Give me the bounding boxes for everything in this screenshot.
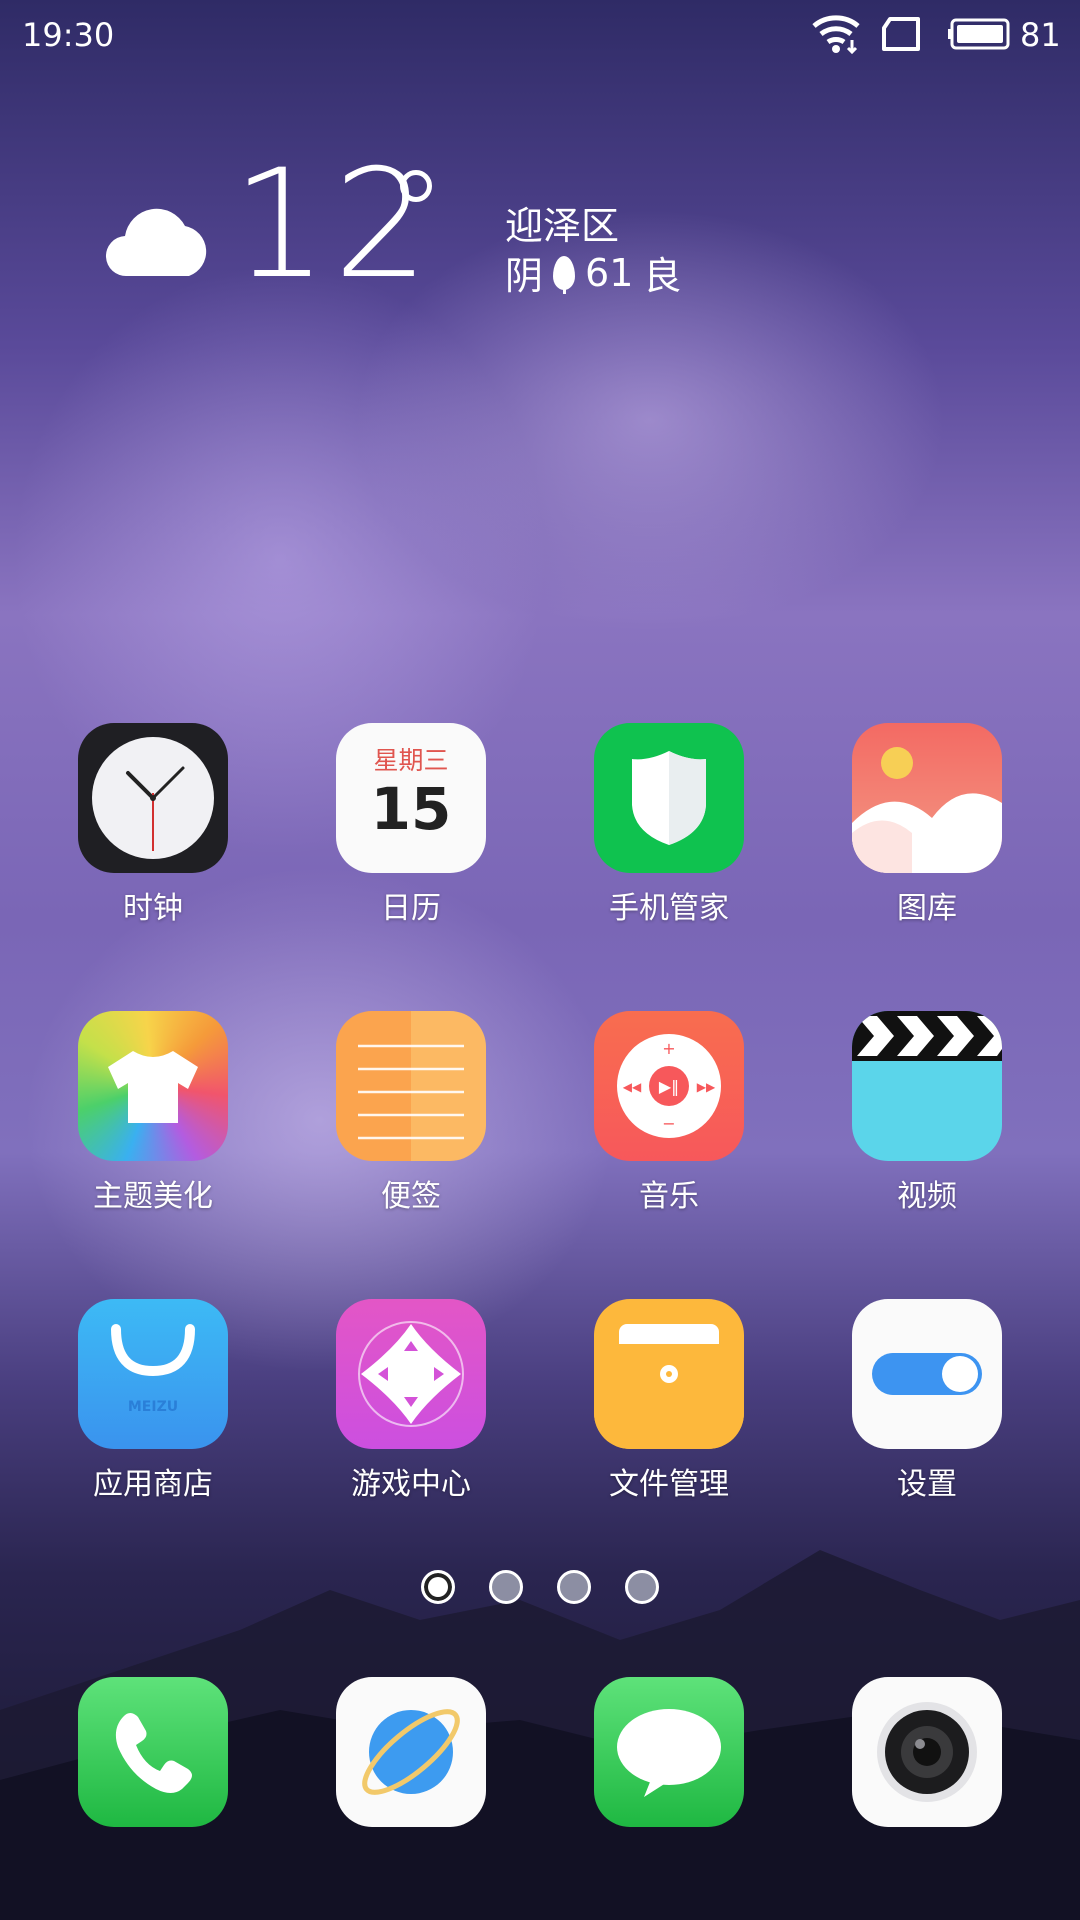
weather-district: 迎泽区 [505,204,620,248]
app-label: 设置 [897,1467,957,1502]
page-dot-3[interactable] [557,1570,591,1604]
clock-icon [78,723,228,873]
app-themes[interactable]: 主题美化 [78,1011,228,1215]
status-time: 19:30 [22,16,115,54]
wifi-icon [812,15,860,54]
browser-icon [336,1677,486,1827]
cloud-icon [105,208,207,277]
gallery-icon [852,723,1002,873]
app-music[interactable]: ▶‖ + − ◀◀ ▶▶ 音乐 [594,1011,744,1215]
clapperboard-icon [852,1011,1002,1161]
degree-symbol [400,170,432,202]
calendar-day: 15 [370,775,452,843]
phone-icon [78,1677,228,1827]
weather-condition: 阴 [505,254,544,298]
app-phone-manager[interactable]: 手机管家 [594,723,744,927]
app-label: 手机管家 [609,891,729,926]
app-video[interactable]: 视频 [852,1011,1002,1215]
svg-text:▶▶: ▶▶ [697,1080,716,1094]
shopping-bag-icon: MEIZU [78,1299,228,1449]
app-settings[interactable]: 设置 [852,1299,1002,1503]
svg-text:▶‖: ▶‖ [659,1077,679,1096]
aqi-level: 良 [643,254,682,298]
temperature: 12 [232,138,435,312]
svg-text:◀◀: ◀◀ [623,1080,642,1094]
page-dot-2[interactable] [489,1570,523,1604]
status-bar: 19:30 81 [0,0,1080,70]
page-dot-1[interactable] [421,1570,455,1604]
app-label: 文件管理 [609,1467,729,1502]
calendar-weekday: 星期三 [373,746,449,775]
svg-text:−: − [662,1114,675,1133]
notes-icon [336,1011,486,1161]
battery-icon [948,18,1010,50]
app-label: 日历 [381,891,441,926]
app-label: 视频 [897,1179,957,1214]
toggle-icon [852,1299,1002,1449]
meizu-brand-text: MEIZU [127,1399,179,1415]
app-label: 时钟 [123,891,183,926]
page-indicator[interactable] [0,1570,1080,1604]
app-file-manager[interactable]: 文件管理 [594,1299,744,1503]
dock-messages[interactable] [594,1677,744,1827]
page-dot-4[interactable] [625,1570,659,1604]
app-calendar[interactable]: 星期三 15 日历 [336,723,486,927]
app-store[interactable]: MEIZU 应用商店 [78,1299,228,1503]
folder-icon [594,1299,744,1449]
app-label: 音乐 [639,1179,699,1214]
app-label: 游戏中心 [351,1467,471,1502]
messages-icon [594,1677,744,1827]
app-label: 主题美化 [93,1179,213,1214]
camera-icon [852,1677,1002,1827]
app-game-center[interactable]: 游戏中心 [336,1299,486,1503]
music-player-icon: ▶‖ + − ◀◀ ▶▶ [594,1011,744,1161]
app-label: 图库 [897,891,957,926]
weather-condition-row: 阴 61 良 [505,245,681,300]
app-notes[interactable]: 便签 [336,1011,486,1215]
svg-text:+: + [662,1039,675,1058]
leaf-icon [553,255,576,294]
tshirt-icon [78,1011,228,1161]
app-label: 应用商店 [93,1467,213,1502]
app-label: 便签 [381,1179,441,1214]
sim-card-icon [882,17,920,51]
dock-browser[interactable] [336,1677,486,1827]
dock-camera[interactable] [852,1677,1002,1827]
aqi-value: 61 [585,250,634,295]
calendar-icon: 星期三 15 [336,723,486,873]
app-gallery[interactable]: 图库 [852,723,1002,927]
app-clock[interactable]: 时钟 [78,723,228,927]
gamepad-icon [336,1299,486,1449]
shield-icon [594,723,744,873]
battery-level: 81 [1020,16,1061,54]
dock-phone[interactable] [78,1677,228,1827]
